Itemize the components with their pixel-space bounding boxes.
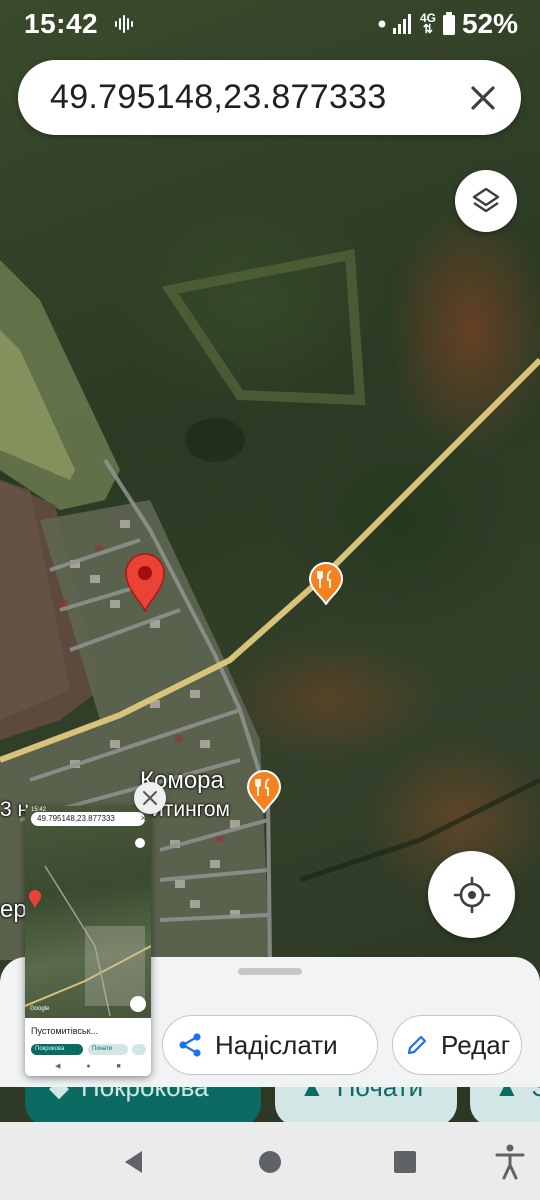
pip-close-button[interactable] <box>134 782 166 814</box>
search-bar[interactable]: 49.795148,23.877333 <box>18 60 521 135</box>
directions-label: Покрокова <box>81 1086 209 1102</box>
pip-map-features <box>25 865 151 1017</box>
pip-search-close-icon: × <box>140 813 146 823</box>
share-button[interactable]: Надіслати <box>162 1015 378 1075</box>
more-chip[interactable]: ▲ З <box>470 1086 540 1126</box>
pip-directions-chip: Покрокова <box>31 1044 83 1055</box>
navigation-icon: ▲ <box>299 1086 325 1102</box>
layers-icon <box>472 187 500 213</box>
search-query[interactable]: 49.795148,23.877333 <box>50 78 387 117</box>
status-icons: 4G ⇅ 52% <box>378 8 518 40</box>
start-chip[interactable]: ▲ Почати <box>275 1086 457 1126</box>
edit-button[interactable]: Редаг <box>392 1015 522 1075</box>
sound-wave-icon <box>115 15 133 33</box>
data-arrows-icon: 4G ⇅ <box>419 11 436 36</box>
accessibility-icon[interactable] <box>494 1144 526 1180</box>
network-type: 4G <box>419 11 436 25</box>
pip-layers-icon <box>135 838 145 848</box>
pip-start-chip: Почати <box>88 1044 128 1055</box>
forest-shadow <box>185 418 245 462</box>
status-bar: 15:42 4G ⇅ 52% <box>0 0 540 50</box>
pip-location-icon <box>130 996 146 1012</box>
pip-place-title: Пустомитівськ... <box>31 1026 99 1036</box>
pip-window[interactable]: 15:42 49.795148,23.877333 × Google Пусто… <box>25 806 151 1076</box>
directions-chip[interactable]: ◆ Покрокова <box>25 1086 261 1126</box>
pencil-icon <box>407 1035 427 1055</box>
back-icon[interactable] <box>120 1148 148 1176</box>
restaurant-icon[interactable] <box>308 561 344 605</box>
layers-button[interactable] <box>455 170 517 232</box>
restaurant-icon[interactable] <box>246 769 282 813</box>
pip-google-logo: Google <box>30 1006 50 1012</box>
pip-nav-bar: ◀ ● ■ <box>55 1063 133 1070</box>
share-label: Надіслати <box>215 1029 338 1060</box>
share-icon <box>179 1033 201 1057</box>
my-location-button[interactable] <box>428 851 515 938</box>
signal-icon <box>392 14 411 34</box>
pip-place-card: Пустомитівськ... Покрокова Почати ◀ ● ■ <box>25 1018 151 1076</box>
place-label-fragment[interactable]: ер <box>0 896 27 924</box>
start-label: Почати <box>336 1086 424 1102</box>
edit-label: Редаг <box>441 1029 511 1060</box>
system-navigation-bar <box>0 1122 540 1200</box>
forest-clearing <box>161 249 366 406</box>
dot-icon <box>378 20 386 28</box>
close-icon <box>143 791 157 805</box>
location-pin[interactable] <box>124 553 166 613</box>
bookmark-icon: ▲ <box>494 1086 520 1102</box>
recents-icon[interactable] <box>391 1148 419 1176</box>
more-label: З <box>531 1086 540 1102</box>
navigation-arrow-icon: ◆ <box>49 1086 69 1102</box>
status-time: 15:42 <box>24 8 99 39</box>
pip-search-query: 49.795148,23.877333 <box>31 812 145 826</box>
home-icon[interactable] <box>256 1148 284 1176</box>
battery-icon <box>442 12 455 35</box>
pip-map: 15:42 49.795148,23.877333 × Google <box>25 806 151 1018</box>
sheet-drag-handle[interactable] <box>238 968 302 975</box>
my-location-icon <box>453 876 490 913</box>
pip-more-chip <box>132 1044 146 1055</box>
close-icon[interactable] <box>465 80 501 116</box>
battery-percentage: 52% <box>461 8 518 39</box>
